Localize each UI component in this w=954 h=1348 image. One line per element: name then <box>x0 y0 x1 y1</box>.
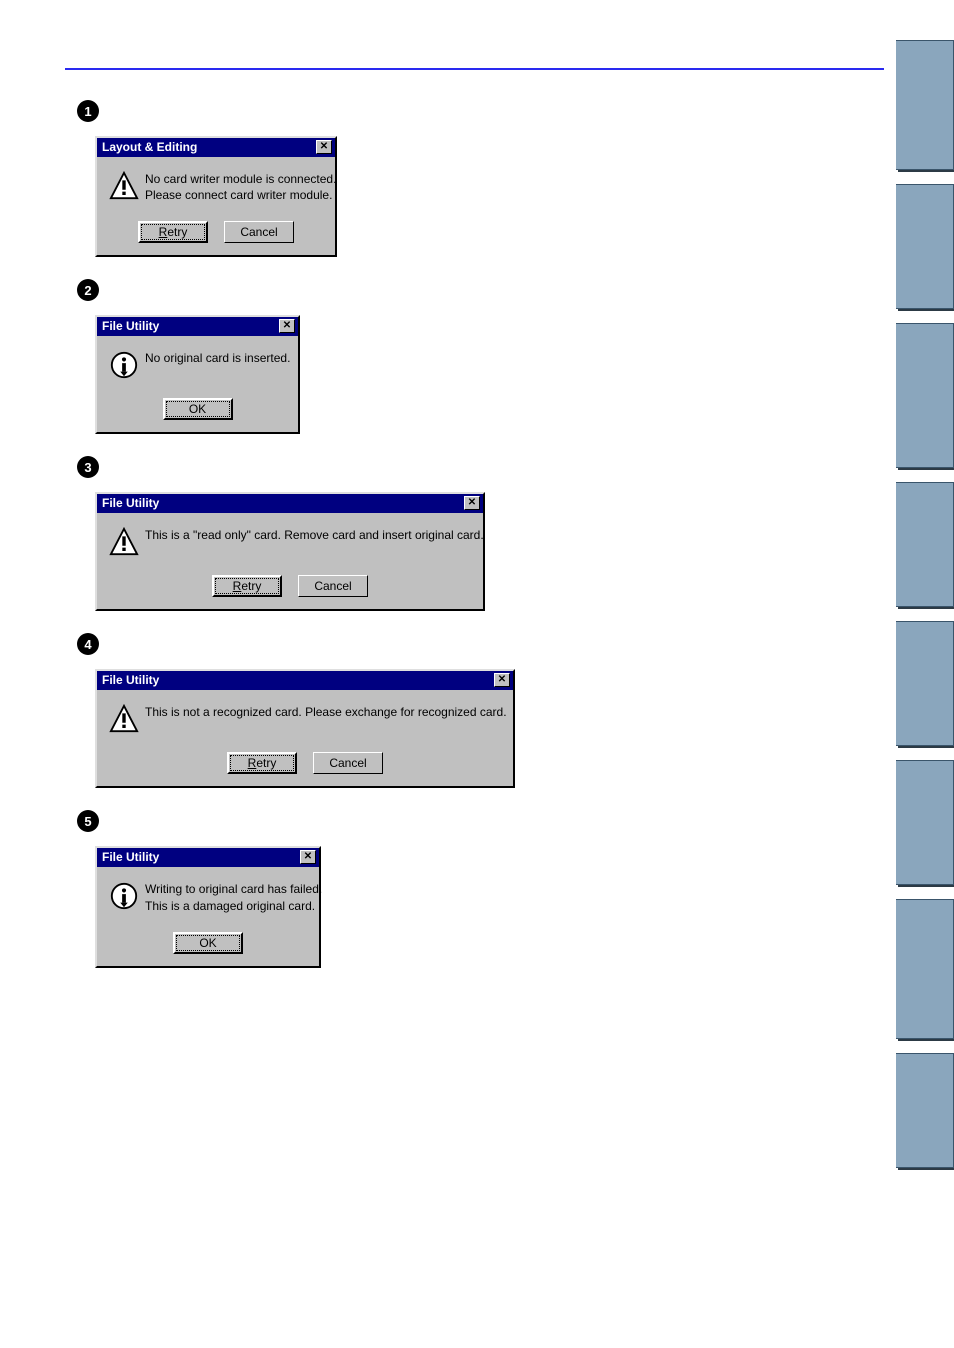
close-icon[interactable]: ✕ <box>279 319 295 333</box>
dialog: Layout & Editing ✕ No card writer module i… <box>95 136 337 257</box>
side-tab[interactable] <box>896 1053 954 1168</box>
close-icon[interactable]: ✕ <box>494 673 510 687</box>
ok-button[interactable]: OK <box>163 398 233 420</box>
dialog-title: File Utility <box>102 850 159 864</box>
message-text: This is a "read only" card. Remove card … <box>145 527 484 543</box>
message-row: No original card is inserted. <box>109 350 286 380</box>
info-icon <box>109 350 139 380</box>
info-icon <box>109 881 139 911</box>
numeral-row: 5 <box>65 810 884 832</box>
message-row: Writing to original card has failed.This… <box>109 881 307 913</box>
numeral-row: 3 <box>65 456 884 478</box>
dialog-title: File Utility <box>102 496 159 510</box>
dialog-body: No card writer module is connected.Pleas… <box>97 157 335 213</box>
dialog-icon-wrap <box>109 881 139 911</box>
side-tab[interactable] <box>896 760 954 885</box>
message-row: This is a "read only" card. Remove card … <box>109 527 471 557</box>
side-tab[interactable] <box>896 40 954 170</box>
message-text: No original card is inserted. <box>145 350 290 366</box>
warning-icon <box>109 171 139 201</box>
dialog-body: Writing to original card has failed.This… <box>97 867 319 923</box>
retry-button[interactable]: Retry <box>212 575 282 597</box>
numeral-bullet: 2 <box>77 279 99 301</box>
message-text: This is not a recognized card. Please ex… <box>145 704 507 720</box>
side-tab[interactable] <box>896 621 954 746</box>
numeral-row: 4 <box>65 633 884 655</box>
numeral-bullet: 5 <box>77 810 99 832</box>
side-tab[interactable] <box>896 184 954 309</box>
message-row: No card writer module is connected.Pleas… <box>109 171 323 203</box>
button-row: OK <box>97 924 319 966</box>
titlebar: File Utility ✕ <box>97 671 513 690</box>
dialog-title: Layout & Editing <box>102 140 197 154</box>
retry-button[interactable]: Retry <box>138 221 208 243</box>
dialog: File Utility ✕ No original card is inserte… <box>95 315 300 434</box>
numeral-row: 2 <box>65 279 884 301</box>
dialog-icon-wrap <box>109 704 139 734</box>
divider-top <box>65 68 884 70</box>
message-text: No card writer module is connected.Pleas… <box>145 171 336 203</box>
dialog-body: No original card is inserted. <box>97 336 298 390</box>
dialog: File Utility ✕ This is not a recognized ca… <box>95 669 515 788</box>
button-row: Retry Cancel <box>97 744 513 786</box>
message-line: This is a damaged original card. <box>145 898 322 914</box>
message-line: This is a "read only" card. Remove card … <box>145 527 484 543</box>
numeral-bullet: 3 <box>77 456 99 478</box>
message-row: This is not a recognized card. Please ex… <box>109 704 501 734</box>
side-tab[interactable] <box>896 323 954 468</box>
dialog-icon-wrap <box>109 171 139 201</box>
message-line: This is not a recognized card. Please ex… <box>145 704 507 720</box>
button-row: Retry Cancel <box>97 213 335 255</box>
dialog-title: File Utility <box>102 319 159 333</box>
titlebar: Layout & Editing ✕ <box>97 138 335 157</box>
button-row: OK <box>97 390 298 432</box>
close-icon[interactable]: ✕ <box>316 140 332 154</box>
dialog: File Utility ✕ This is a "read only" card.… <box>95 492 485 611</box>
message-line: No card writer module is connected. <box>145 171 336 187</box>
close-icon[interactable]: ✕ <box>300 850 316 864</box>
dialog: File Utility ✕ Writing to original card ha… <box>95 846 321 967</box>
dialog-body: This is not a recognized card. Please ex… <box>97 690 513 744</box>
side-tab[interactable] <box>896 899 954 1039</box>
dialog-body: This is a "read only" card. Remove card … <box>97 513 483 567</box>
titlebar: File Utility ✕ <box>97 848 319 867</box>
numeral-bullet: 1 <box>77 100 99 122</box>
side-tabs <box>896 40 954 1168</box>
dialogs-container: 1 Layout & Editing ✕ No card writer module … <box>65 100 884 968</box>
button-row: Retry Cancel <box>97 567 483 609</box>
cancel-button[interactable]: Cancel <box>313 752 383 774</box>
message-text: Writing to original card has failed.This… <box>145 881 322 913</box>
ok-button[interactable]: OK <box>173 932 243 954</box>
numeral-row: 1 <box>65 100 884 122</box>
cancel-button[interactable]: Cancel <box>298 575 368 597</box>
side-tab[interactable] <box>896 482 954 607</box>
cancel-button[interactable]: Cancel <box>224 221 294 243</box>
dialog-icon-wrap <box>109 350 139 380</box>
dialog-icon-wrap <box>109 527 139 557</box>
retry-button[interactable]: Retry <box>227 752 297 774</box>
message-line: Writing to original card has failed. <box>145 881 322 897</box>
numeral-bullet: 4 <box>77 633 99 655</box>
titlebar: File Utility ✕ <box>97 317 298 336</box>
close-icon[interactable]: ✕ <box>464 496 480 510</box>
message-line: No original card is inserted. <box>145 350 290 366</box>
warning-icon <box>109 704 139 734</box>
titlebar: File Utility ✕ <box>97 494 483 513</box>
warning-icon <box>109 527 139 557</box>
message-line: Please connect card writer module. <box>145 187 336 203</box>
dialog-title: File Utility <box>102 673 159 687</box>
page: 1 Layout & Editing ✕ No card writer module … <box>0 0 954 1030</box>
